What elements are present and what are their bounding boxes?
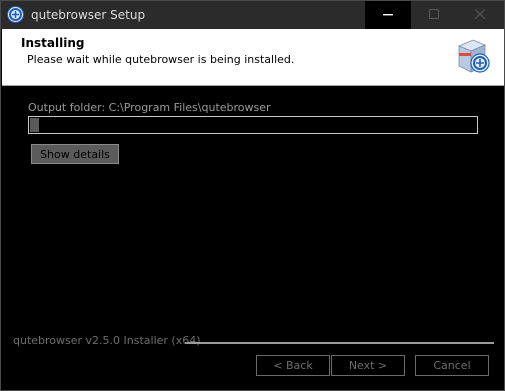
window-title: qutebrowser Setup bbox=[31, 8, 146, 22]
next-button[interactable]: Next > bbox=[331, 355, 405, 376]
maximize-button[interactable] bbox=[411, 1, 457, 29]
progress-fill bbox=[30, 118, 39, 132]
close-icon bbox=[475, 8, 485, 22]
minimize-button[interactable] bbox=[365, 1, 411, 29]
installer-box-icon bbox=[453, 36, 491, 76]
installer-branding: qutebrowser v2.5.0 Installer (x64) bbox=[13, 334, 201, 347]
qutebrowser-logo-icon bbox=[7, 6, 24, 23]
installer-window: qutebrowser Setup Installing Please wait… bbox=[0, 0, 505, 391]
minimize-icon bbox=[383, 9, 393, 22]
title-bar[interactable]: qutebrowser Setup bbox=[1, 1, 504, 29]
header-panel: Installing Please wait while qutebrowser… bbox=[2, 29, 504, 86]
show-details-button[interactable]: Show details bbox=[31, 144, 119, 164]
maximize-icon bbox=[429, 8, 439, 22]
footer-divider bbox=[185, 342, 494, 344]
close-button[interactable] bbox=[457, 1, 503, 29]
install-progress-bar bbox=[28, 116, 478, 134]
page-title: Installing bbox=[21, 36, 85, 50]
output-folder-label: Output folder: C:\Program Files\qutebrow… bbox=[28, 101, 271, 114]
page-subtitle: Please wait while qutebrowser is being i… bbox=[27, 53, 295, 66]
cancel-button[interactable]: Cancel bbox=[415, 355, 489, 376]
back-button[interactable]: < Back bbox=[256, 355, 330, 376]
